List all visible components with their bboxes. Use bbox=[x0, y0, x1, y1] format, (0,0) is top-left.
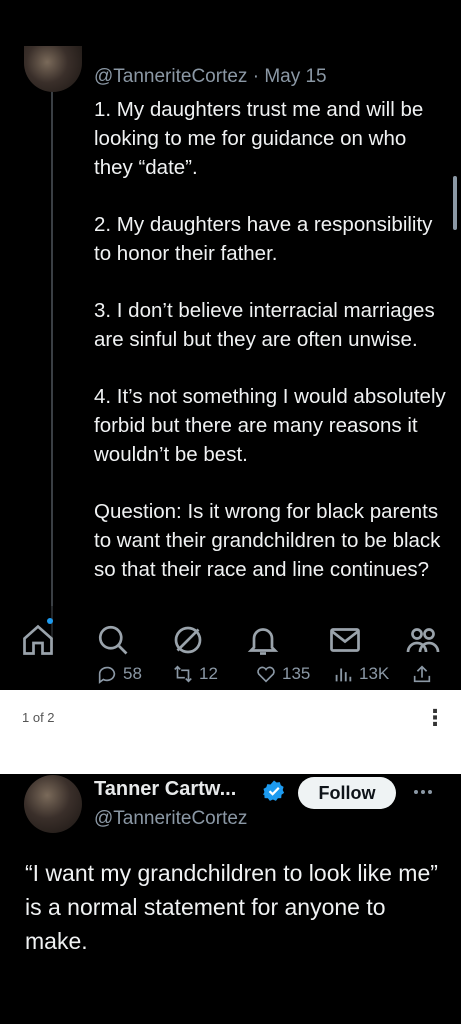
more-vertical-icon[interactable]: ⋮ bbox=[424, 704, 446, 732]
page-count: 1 of 2 bbox=[22, 710, 55, 725]
home-icon[interactable] bbox=[20, 622, 56, 658]
notifications-icon[interactable] bbox=[245, 622, 281, 658]
tweet-paragraph: 2. My daughters have a responsibility to… bbox=[94, 213, 433, 265]
handle[interactable]: @TanneriteCortez bbox=[94, 808, 247, 830]
tweet-meta: @TanneriteCortez · May 15 bbox=[94, 66, 327, 88]
views-icon bbox=[335, 668, 352, 682]
share-button[interactable] bbox=[411, 662, 433, 686]
tweet-paragraph: Question: Is it wrong for black parents … bbox=[94, 500, 441, 581]
like-count: 135 bbox=[282, 664, 311, 683]
messages-icon[interactable] bbox=[327, 622, 363, 658]
grok-icon[interactable] bbox=[170, 622, 206, 658]
scrollbar[interactable] bbox=[453, 176, 457, 230]
tweet-text: “I want my grandchildren to look like me… bbox=[25, 860, 438, 954]
tweet-date[interactable]: May 15 bbox=[264, 66, 326, 87]
reply-button[interactable]: 58 bbox=[96, 662, 142, 686]
repost-count: 12 bbox=[199, 664, 218, 683]
verified-badge-icon bbox=[262, 779, 286, 803]
reply-icon bbox=[98, 666, 116, 684]
communities-icon[interactable] bbox=[405, 622, 441, 658]
follow-button[interactable]: Follow bbox=[298, 777, 396, 809]
more-horizontal-icon[interactable] bbox=[411, 780, 435, 804]
share-icon bbox=[413, 665, 431, 683]
reply-count: 58 bbox=[123, 664, 142, 683]
repost-icon bbox=[174, 665, 192, 683]
views-count: 13K bbox=[359, 664, 390, 683]
avatar[interactable] bbox=[24, 775, 82, 833]
search-icon[interactable] bbox=[95, 622, 131, 658]
meta-separator: · bbox=[252, 66, 260, 87]
tweet-paragraph: 4. It’s not something I would absolutely… bbox=[94, 385, 446, 466]
tweet-paragraph: 3. I don’t believe interracial marriages… bbox=[94, 299, 435, 351]
notification-dot bbox=[47, 618, 53, 624]
page-bar bbox=[0, 690, 461, 774]
handle[interactable]: @TanneriteCortez bbox=[94, 66, 247, 87]
tweet-paragraph: 1. My daughters trust me and will be loo… bbox=[94, 98, 424, 179]
tweet-text: 1. My daughters trust me and will be loo… bbox=[94, 95, 449, 612]
repost-button[interactable]: 12 bbox=[172, 662, 218, 686]
bottom-nav bbox=[0, 606, 461, 690]
avatar[interactable] bbox=[24, 46, 82, 92]
display-name[interactable]: Tanner Cartw... bbox=[94, 778, 236, 801]
like-button[interactable]: 135 bbox=[255, 662, 310, 686]
thread-line bbox=[51, 88, 53, 648]
heart-icon bbox=[257, 666, 275, 683]
views-button[interactable]: 13K bbox=[332, 662, 389, 686]
